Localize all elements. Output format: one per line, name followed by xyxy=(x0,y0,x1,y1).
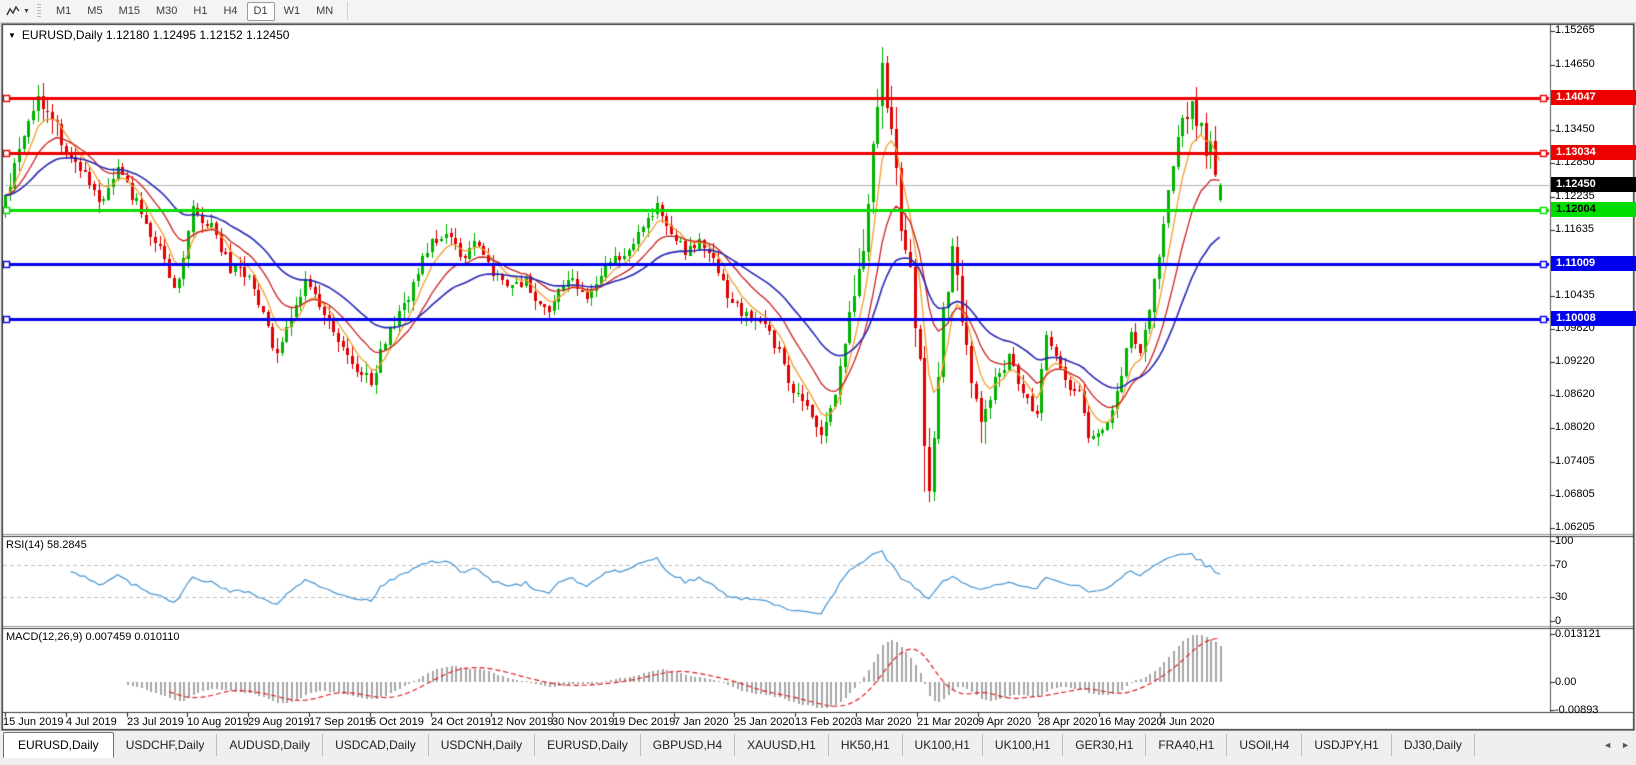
hline-price-tag[interactable]: 1.10008 xyxy=(1551,311,1636,326)
chart-tab-fra40-h1[interactable]: FRA40,H1 xyxy=(1146,734,1228,756)
timeframe-button-m1[interactable]: M1 xyxy=(49,2,78,21)
chart-tab-dj30-daily[interactable]: DJ30,Daily xyxy=(1392,734,1475,756)
chart-title-text: EURUSD,Daily 1.12180 1.12495 1.12152 1.1… xyxy=(21,28,290,42)
chart-tab-audusd-daily[interactable]: AUDUSD,Daily xyxy=(217,734,324,756)
date-label: 24 Oct 2019 xyxy=(431,716,491,728)
date-label: 25 Jan 2020 xyxy=(734,716,795,728)
chart-tab-eurusd-daily[interactable]: EURUSD,Daily xyxy=(3,732,114,758)
date-label: 28 Apr 2020 xyxy=(1038,716,1098,728)
chart-type-icon[interactable] xyxy=(3,2,23,20)
chart-title: ▼ EURUSD,Daily 1.12180 1.12495 1.12152 1… xyxy=(8,28,289,42)
chart-tab-usdchf-daily[interactable]: USDCHF,Daily xyxy=(114,734,218,756)
date-label: 30 Nov 2019 xyxy=(552,716,615,728)
date-label: 15 Jun 2019 xyxy=(3,716,64,728)
timeframe-buttons: M1 M5 M15 M30 H1 H4 D1 W1 MN xyxy=(48,1,341,21)
timeframe-button-m30[interactable]: M30 xyxy=(149,2,184,21)
date-label: 21 Mar 2020 xyxy=(917,716,979,728)
macd-label: MACD(12,26,9) 0.007459 0.010110 xyxy=(6,631,180,643)
toolbar-grip xyxy=(37,4,41,18)
tab-scroll-left-button[interactable]: ◄ xyxy=(1603,740,1612,750)
chart-tab-ger30-h1[interactable]: GER30,H1 xyxy=(1063,734,1147,756)
timeframe-button-mn[interactable]: MN xyxy=(309,2,340,21)
rsi-axis-label: 30 xyxy=(1555,591,1568,603)
chevron-down-icon[interactable]: ▼ xyxy=(23,8,33,15)
chart-tab-usdcad-daily[interactable]: USDCAD,Daily xyxy=(323,734,429,756)
date-label: 10 Aug 2019 xyxy=(187,716,249,728)
price-axis-label: 1.09220 xyxy=(1555,355,1595,367)
price-axis-label: 1.08020 xyxy=(1555,421,1595,433)
price-axis-label: 1.11635 xyxy=(1555,223,1594,235)
price-axis-label: 1.13450 xyxy=(1555,123,1595,135)
chart-tab-eurusd-daily[interactable]: EURUSD,Daily xyxy=(535,734,641,756)
collapse-triangle-icon: ▼ xyxy=(8,30,16,40)
hline-price-tag[interactable]: 1.12004 xyxy=(1551,202,1636,217)
chart-tab-uk100-h1[interactable]: UK100,H1 xyxy=(903,734,983,756)
chart-tab-uk100-h1[interactable]: UK100,H1 xyxy=(983,734,1064,756)
chart-tabs: EURUSD,Daily USDCHF,Daily AUDUSD,Daily USDC… xyxy=(3,731,1475,758)
bid-price-tag: 1.12450 xyxy=(1551,177,1636,192)
macd-axis-label: -0.00893 xyxy=(1555,704,1599,716)
date-label: 29 Aug 2019 xyxy=(248,716,310,728)
tab-scroll-arrows: ◄ ► xyxy=(1603,740,1630,750)
hline-price-tag[interactable]: 1.14047 xyxy=(1551,90,1636,105)
date-label: 17 Sep 2019 xyxy=(309,716,372,728)
date-label: 9 Apr 2020 xyxy=(978,716,1032,728)
toolbar: ▼ M1 M5 M15 M30 H1 H4 D1 W1 MN xyxy=(0,0,1636,23)
timeframe-button-m5[interactable]: M5 xyxy=(80,2,109,21)
timeframe-button-w1[interactable]: W1 xyxy=(277,2,308,21)
date-label: 3 Mar 2020 xyxy=(856,716,912,728)
chart-tab-usdjpy-h1[interactable]: USDJPY,H1 xyxy=(1302,734,1392,756)
date-label: 16 May 2020 xyxy=(1099,716,1163,728)
chart-tab-hk50-h1[interactable]: HK50,H1 xyxy=(829,734,903,756)
macd-axis-label: 0.00 xyxy=(1555,676,1577,688)
date-label: 13 Feb 2020 xyxy=(795,716,857,728)
candlestick-chart-canvas[interactable] xyxy=(0,0,1636,765)
date-label: 5 Oct 2019 xyxy=(370,716,424,728)
date-label: 4 Jul 2019 xyxy=(66,716,117,728)
hline-price-tag[interactable]: 1.11009 xyxy=(1551,256,1636,271)
price-axis-label: 1.08620 xyxy=(1555,388,1595,400)
price-axis-label: 1.15265 xyxy=(1555,24,1595,36)
price-axis-label: 1.07405 xyxy=(1555,455,1595,467)
price-axis-label: 1.06205 xyxy=(1555,521,1595,533)
date-label: 12 Nov 2019 xyxy=(491,716,554,728)
date-label: 23 Jul 2019 xyxy=(127,716,184,728)
price-axis-label: 1.14650 xyxy=(1555,58,1595,70)
timeframe-button-h4[interactable]: H4 xyxy=(216,2,244,21)
price-axis-label: 1.06805 xyxy=(1555,488,1595,500)
date-label: 19 Dec 2019 xyxy=(613,716,676,728)
chart-tab-usdcnh-daily[interactable]: USDCNH,Daily xyxy=(429,734,536,756)
rsi-axis-label: 70 xyxy=(1555,559,1568,571)
date-label: 7 Jan 2020 xyxy=(674,716,729,728)
rsi-axis-label: 0 xyxy=(1555,615,1562,627)
toolbar-separator xyxy=(347,2,349,20)
timeframe-button-h1[interactable]: H1 xyxy=(186,2,214,21)
price-axis-label: 1.10435 xyxy=(1555,289,1595,301)
macd-axis-label: 0.013121 xyxy=(1555,628,1601,640)
rsi-axis-label: 100 xyxy=(1555,535,1574,547)
timeframe-button-d1[interactable]: D1 xyxy=(246,1,275,21)
chart-tabs-bar: EURUSD,Daily USDCHF,Daily AUDUSD,Daily USDC… xyxy=(0,731,1636,765)
chart-tab-xauusd-h1[interactable]: XAUUSD,H1 xyxy=(735,734,829,756)
date-label: 4 Jun 2020 xyxy=(1160,716,1215,728)
chart-tab-gbpusd-h4[interactable]: GBPUSD,H4 xyxy=(641,734,736,756)
hline-price-tag[interactable]: 1.13034 xyxy=(1551,145,1636,160)
tab-scroll-right-button[interactable]: ► xyxy=(1621,740,1630,750)
timeframe-button-m15[interactable]: M15 xyxy=(112,2,147,21)
chart-tab-usoil-h4[interactable]: USOil,H4 xyxy=(1227,734,1303,756)
rsi-label: RSI(14) 58.2845 xyxy=(6,539,87,551)
